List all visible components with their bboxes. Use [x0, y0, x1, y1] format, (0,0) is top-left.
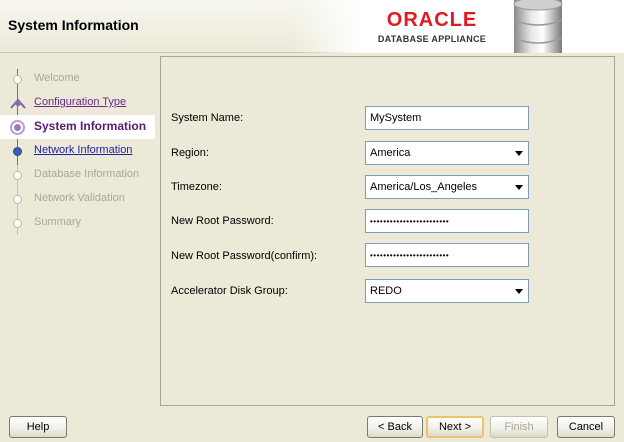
cancel-button[interactable]: Cancel: [557, 416, 615, 438]
step-label: Welcome: [34, 72, 80, 84]
timezone-select[interactable]: America/Los_Angeles: [365, 175, 529, 199]
timezone-value: America/Los_Angeles: [370, 181, 478, 193]
chevron-down-icon[interactable]: [515, 185, 523, 190]
wizard-steps: Welcome Configuration Type System Inform…: [0, 57, 155, 407]
step-welcome: Welcome: [0, 67, 155, 91]
step-summary: Summary: [0, 211, 155, 235]
brand-product: DATABASE APPLIANCE: [377, 34, 487, 44]
step-label[interactable]: Configuration Type: [34, 96, 126, 108]
database-cylinder-icon: [513, 0, 563, 53]
step-network-validation: Network Validation: [0, 187, 155, 211]
root-password-confirm-input[interactable]: ••••••••••••••••••••••••: [365, 243, 529, 267]
step-label[interactable]: Network Information: [34, 144, 132, 156]
root-password-label: New Root Password:: [171, 215, 274, 227]
disk-group-select[interactable]: REDO: [365, 279, 529, 303]
brand-name: ORACLE: [386, 9, 478, 31]
timezone-label: Timezone:: [171, 181, 222, 193]
finish-button[interactable]: Finish: [490, 416, 548, 438]
step-network-information[interactable]: Network Information: [0, 139, 155, 163]
oracle-logo: ORACLE DATABASE APPLIANCE: [370, 9, 494, 44]
next-button[interactable]: Next >: [426, 416, 484, 438]
step-label: System Information: [34, 119, 147, 133]
step-database-information: Database Information: [0, 163, 155, 187]
step-dot-icon: [13, 75, 22, 84]
step-dot-icon: [13, 195, 22, 204]
step-complete-icon: [10, 98, 26, 109]
step-dot-icon: [13, 219, 22, 228]
step-configuration-type[interactable]: Configuration Type: [0, 91, 155, 115]
chevron-down-icon[interactable]: [515, 151, 523, 156]
step-dot-icon: [13, 147, 22, 156]
back-button[interactable]: < Back: [367, 416, 423, 438]
chevron-down-icon[interactable]: [515, 289, 523, 294]
region-label: Region:: [171, 147, 209, 159]
wizard-header: System Information ORACLE DATABASE APPLI…: [0, 0, 624, 53]
region-select[interactable]: America: [365, 141, 529, 165]
root-password-confirm-label: New Root Password(confirm):: [171, 250, 318, 262]
step-label: Database Information: [34, 168, 140, 180]
page-title: System Information: [8, 17, 139, 33]
root-password-input[interactable]: ••••••••••••••••••••••••: [365, 209, 529, 233]
step-system-information: System Information: [0, 115, 155, 139]
step-label: Network Validation: [34, 192, 125, 204]
disk-group-value: REDO: [370, 285, 402, 297]
system-name-input[interactable]: MySystem: [365, 106, 529, 130]
step-label: Summary: [34, 216, 82, 228]
region-value: America: [370, 147, 411, 159]
current-step-icon: [10, 120, 25, 135]
system-name-label: System Name:: [171, 112, 244, 124]
step-dot-icon: [13, 171, 22, 180]
help-button[interactable]: Help: [9, 416, 67, 438]
disk-group-label: Accelerator Disk Group:: [171, 285, 288, 297]
